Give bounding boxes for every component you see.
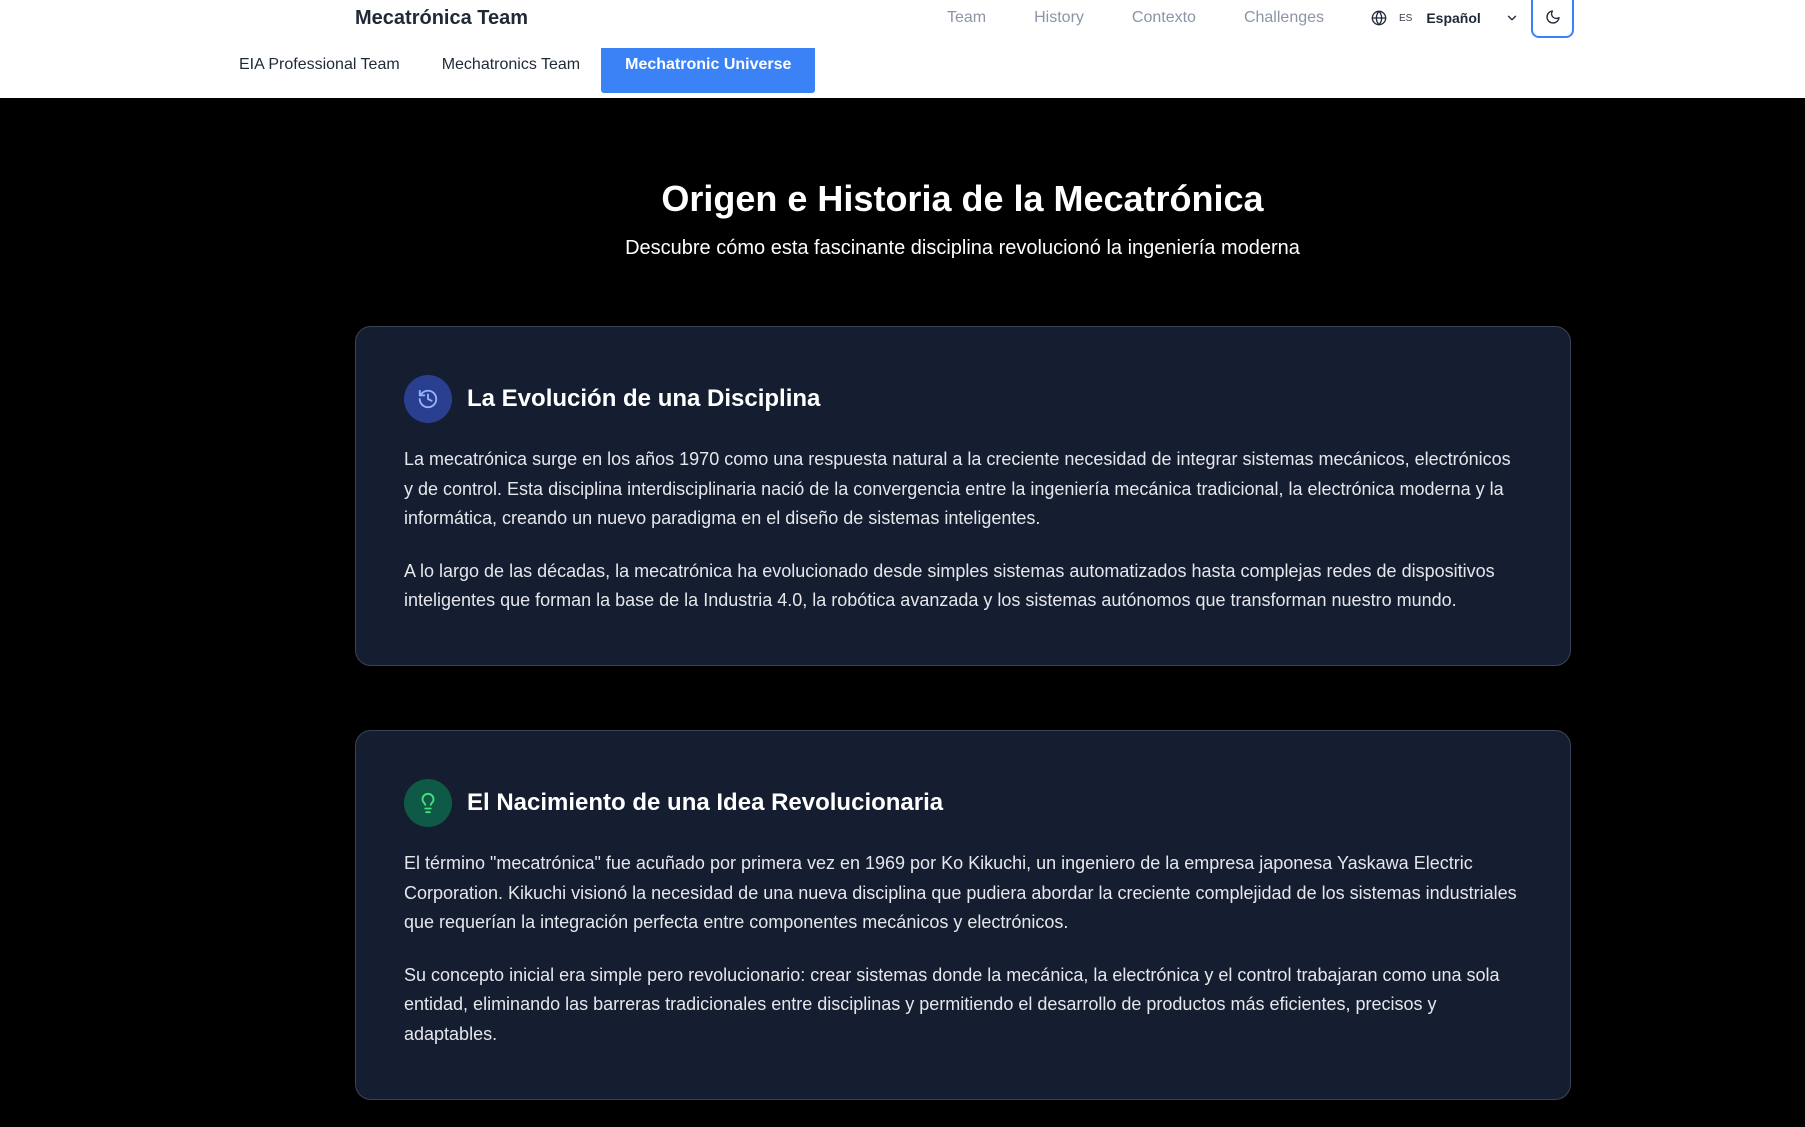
evolution-card: La Evolución de una Disciplina La mecatr… (355, 326, 1571, 666)
theme-toggle-button[interactable] (1531, 0, 1574, 38)
brand-title[interactable]: Mecatrónica Team (355, 7, 528, 30)
card-header: El Nacimiento de una Idea Revolucionaria (404, 779, 1522, 827)
tab-mechatronics-team[interactable]: Mechatronics Team (421, 48, 601, 92)
card-paragraph: La mecatrónica surge en los años 1970 co… (404, 449, 1511, 528)
card-header: La Evolución de una Disciplina (404, 375, 1522, 423)
nav-link-team[interactable]: Team (947, 8, 986, 28)
page-title: Origen e Historia de la Mecatrónica (661, 178, 1264, 219)
nav-link-history[interactable]: History (1034, 8, 1084, 28)
card-paragraph: El término "mecatrónica" fue acuñado por… (404, 853, 1517, 932)
language-name: Español (1426, 10, 1481, 26)
language-selector[interactable]: ES Español (1371, 7, 1519, 29)
chevron-down-icon (1505, 11, 1519, 25)
history-icon (404, 375, 452, 423)
tab-eia-professional-team[interactable]: EIA Professional Team (218, 48, 421, 92)
card-paragraph: Su concepto inicial era simple pero revo… (404, 964, 1500, 1044)
card-paragraph: A lo largo de las décadas, la mecatrónic… (404, 560, 1495, 611)
tab-mechatronic-universe[interactable]: Mechatronic Universe (601, 48, 816, 93)
nav-link-contexto[interactable]: Contexto (1132, 8, 1196, 28)
top-header: Mecatrónica Team Team History Contexto C… (0, 0, 1805, 98)
globe-icon (1371, 10, 1387, 26)
language-code: ES (1399, 12, 1413, 24)
card-title: La Evolución de una Disciplina (467, 385, 821, 412)
moon-icon (1545, 9, 1561, 30)
nav-link-challenges[interactable]: Challenges (1244, 8, 1324, 28)
page-subtitle: Descubre cómo esta fascinante disciplina… (625, 237, 1300, 259)
origin-card: El Nacimiento de una Idea Revolucionaria… (355, 730, 1571, 1100)
main-nav: Team History Contexto Challenges (947, 8, 1372, 28)
sub-navigation: EIA Professional Team Mechatronics Team … (218, 48, 816, 94)
lightbulb-icon (404, 779, 452, 827)
card-title: El Nacimiento de una Idea Revolucionaria (467, 789, 944, 816)
